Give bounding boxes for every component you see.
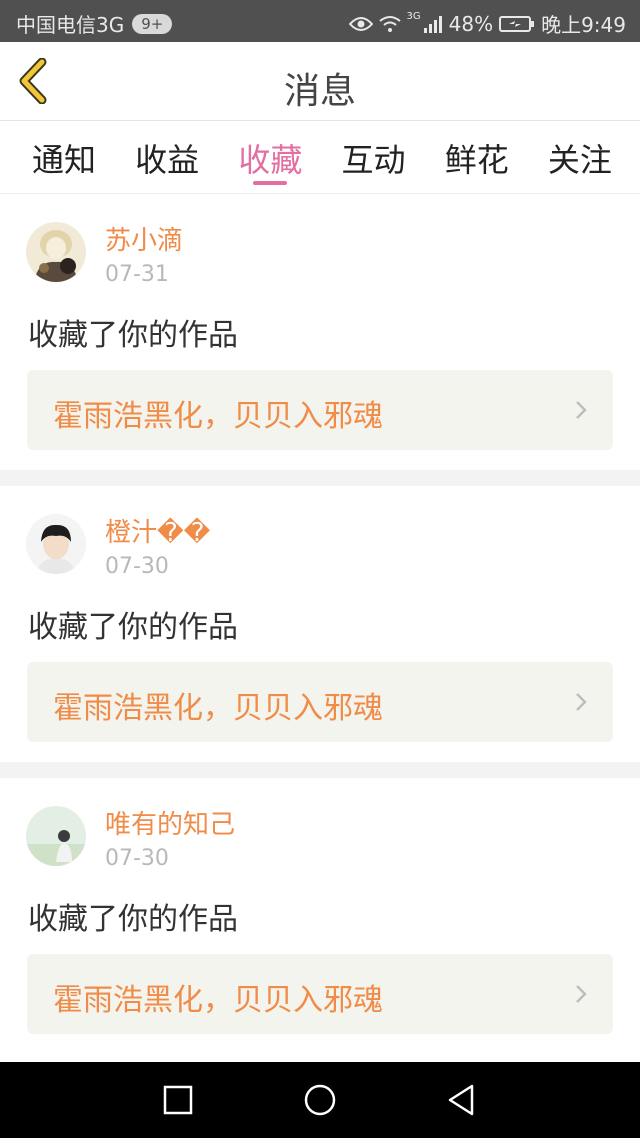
tab-bar: 通知 收益 收藏 互动 鲜花 关注 xyxy=(0,120,640,194)
username[interactable]: 橙汁�� xyxy=(105,512,210,549)
message-action-text: 收藏了你的作品 xyxy=(28,318,238,353)
avatar[interactable] xyxy=(26,222,86,282)
message-date: 07-31 xyxy=(105,262,169,287)
carrier-label: 中国电信3G xyxy=(16,13,125,37)
message-action-text: 收藏了你的作品 xyxy=(28,610,238,645)
message-action-text: 收藏了你的作品 xyxy=(28,902,238,937)
avatar[interactable] xyxy=(26,514,86,574)
work-link[interactable]: 霍雨浩黑化，贝贝入邪魂 xyxy=(27,662,613,742)
system-nav-bar xyxy=(0,1062,640,1138)
tab-favorites[interactable]: 收藏 xyxy=(220,121,320,193)
tab-follows[interactable]: 关注 xyxy=(530,121,630,193)
message-date: 07-30 xyxy=(105,846,169,871)
chevron-right-icon xyxy=(576,401,587,419)
message-card: 唯有的知己 07-30 收藏了你的作品 霍雨浩黑化，贝贝入邪魂 xyxy=(0,778,640,1062)
username[interactable]: 唯有的知己 xyxy=(105,804,235,841)
message-card: 橙汁�� 07-30 收藏了你的作品 霍雨浩黑化，贝贝入邪魂 xyxy=(0,486,640,762)
notification-badge: 9+ xyxy=(132,13,173,34)
signal-icon xyxy=(423,15,442,33)
battery-percent: 48% xyxy=(448,11,494,36)
work-title: 霍雨浩黑化，贝贝入邪魂 xyxy=(53,983,383,1018)
message-date: 07-30 xyxy=(105,554,169,579)
clock: 晚上9:49 xyxy=(541,13,626,37)
square-icon[interactable] xyxy=(158,1080,198,1120)
network-type-label: 3G xyxy=(406,11,421,22)
chevron-right-icon xyxy=(576,693,587,711)
status-bar: 中国电信3G 9+ 3G 48% 晚上9:49 xyxy=(0,0,640,42)
eye-icon xyxy=(348,16,373,31)
work-link[interactable]: 霍雨浩黑化，贝贝入邪魂 xyxy=(27,954,613,1034)
tab-interactions[interactable]: 互动 xyxy=(324,121,424,193)
username[interactable]: 苏小滴 xyxy=(105,220,183,257)
battery-icon xyxy=(499,15,535,32)
chevron-right-icon xyxy=(576,985,587,1003)
message-card: 苏小滴 07-31 收藏了你的作品 霍雨浩黑化，贝贝入邪魂 xyxy=(0,194,640,470)
avatar[interactable] xyxy=(26,806,86,866)
circle-icon[interactable] xyxy=(300,1080,340,1120)
work-title: 霍雨浩黑化，贝贝入邪魂 xyxy=(53,691,383,726)
tab-flowers[interactable]: 鲜花 xyxy=(427,121,527,193)
tab-earnings[interactable]: 收益 xyxy=(117,121,217,193)
app-header: 消息 xyxy=(0,42,640,120)
triangle-back-icon[interactable] xyxy=(442,1080,482,1120)
work-link[interactable]: 霍雨浩黑化，贝贝入邪魂 xyxy=(27,370,613,450)
work-title: 霍雨浩黑化，贝贝入邪魂 xyxy=(53,399,383,434)
tab-notifications[interactable]: 通知 xyxy=(14,121,114,193)
page-title: 消息 xyxy=(283,71,356,112)
wifi-icon xyxy=(378,15,401,32)
